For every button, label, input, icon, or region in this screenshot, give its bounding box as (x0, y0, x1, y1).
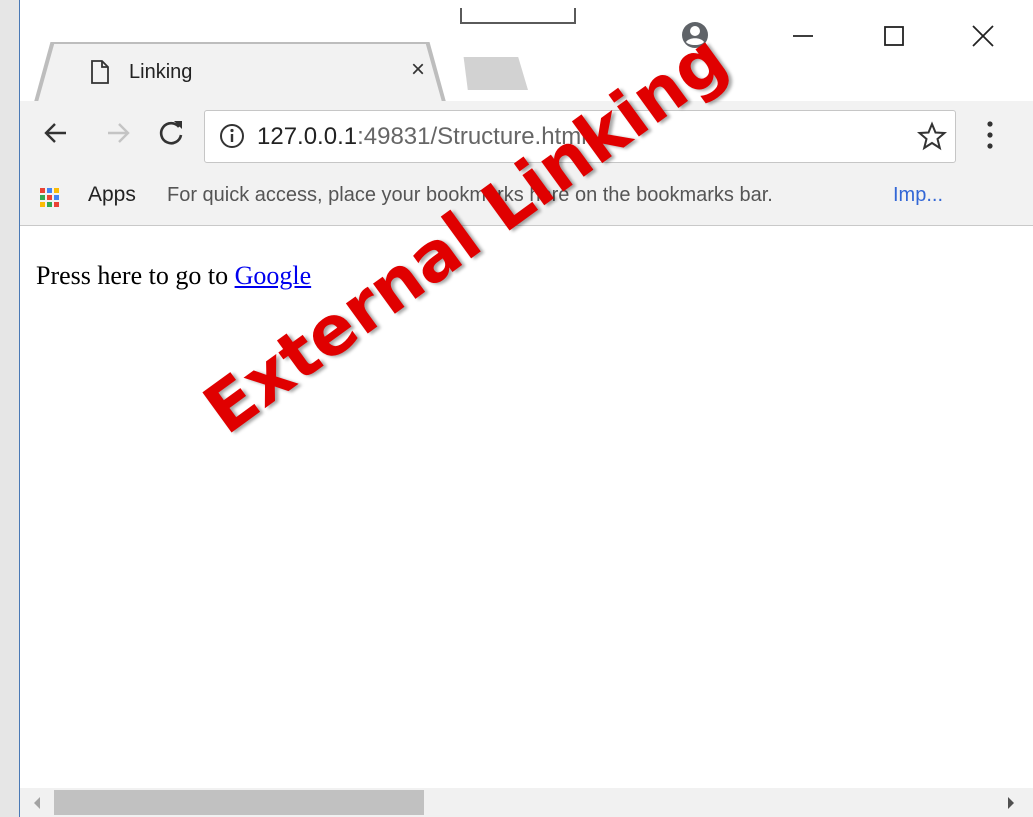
google-link[interactable]: Google (235, 261, 312, 290)
new-tab-button[interactable] (463, 57, 528, 90)
page-paragraph: Press here to go to Google (36, 261, 311, 291)
minimize-icon[interactable] (785, 18, 821, 54)
forward-arrow-icon[interactable] (100, 115, 136, 151)
horizontal-scrollbar[interactable] (20, 788, 1033, 817)
import-bookmarks-link[interactable]: Imp... (893, 184, 943, 207)
scroll-right-arrow-icon[interactable] (1008, 797, 1014, 809)
menu-icon[interactable] (977, 118, 1003, 152)
close-icon[interactable] (965, 18, 1001, 54)
paragraph-text: Press here to go to (36, 261, 235, 290)
page-content: Press here to go to Google External Link… (20, 19, 1033, 788)
snap-handle (460, 8, 576, 24)
url-host: 127.0.0.1 (257, 123, 358, 150)
desktop-background (0, 0, 20, 817)
tab-close-button[interactable]: × (406, 58, 430, 82)
scroll-left-arrow-icon[interactable] (34, 797, 40, 809)
bookmark-star-icon[interactable] (917, 121, 947, 151)
page-icon (91, 60, 109, 84)
back-arrow-icon[interactable] (38, 115, 74, 151)
apps-grid-icon[interactable] (40, 188, 60, 208)
browser-window: Linking × 127.0.0.1:49831/Structure.html… (20, 0, 1033, 817)
maximize-icon[interactable] (876, 18, 912, 54)
scroll-thumb[interactable] (54, 790, 424, 815)
title-bar: Linking × (20, 0, 1033, 102)
info-icon[interactable] (219, 123, 245, 149)
apps-shortcut[interactable]: Apps (88, 183, 136, 207)
tab-title: Linking (129, 61, 193, 83)
reload-icon[interactable] (153, 115, 189, 151)
